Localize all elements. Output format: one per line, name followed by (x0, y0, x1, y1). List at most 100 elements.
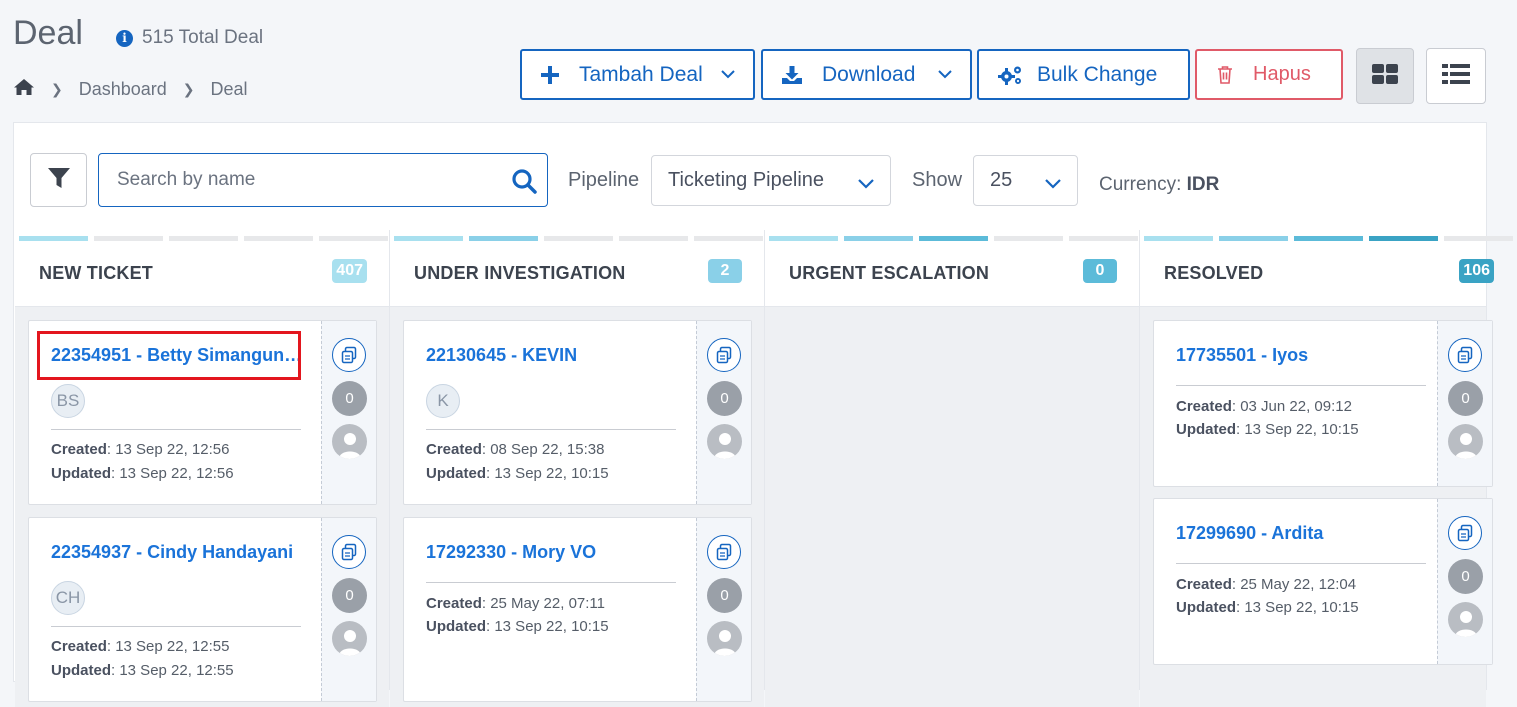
updated-value: : 13 Sep 22, 10:15 (1236, 599, 1359, 616)
column-body: 17735501 - Iyos Created: 03 Jun 22, 09:1… (1140, 307, 1493, 707)
activity-count-badge[interactable]: 0 (1448, 381, 1483, 416)
pipeline-column: NEW TICKET 407 22354951 - Betty Simangun… (15, 230, 390, 707)
user-icon[interactable] (1448, 424, 1483, 459)
activity-count-badge[interactable]: 0 (332, 578, 367, 613)
updated-label: Updated (426, 618, 486, 635)
progress-segment (19, 236, 88, 241)
deal-card[interactable]: 22354951 - Betty Simangunsong BS Created… (28, 320, 377, 505)
progress-segment (694, 236, 763, 241)
filter-button[interactable] (30, 153, 87, 207)
progress-segment (919, 236, 988, 241)
card-actions: 0 (321, 321, 376, 504)
progress-segment (394, 236, 463, 241)
user-icon[interactable] (332, 424, 367, 459)
stage-progress (769, 236, 1138, 241)
copy-icon[interactable] (707, 338, 741, 372)
updated-label: Updated (51, 465, 111, 482)
progress-segment (769, 236, 838, 241)
deal-name-link[interactable]: 22354951 - Betty Simangunsong (51, 345, 303, 366)
grid-icon (1372, 63, 1398, 89)
created-label: Created (51, 441, 107, 458)
user-icon[interactable] (1448, 602, 1483, 637)
stage-progress (1144, 236, 1513, 241)
delete-button[interactable]: Hapus (1195, 49, 1343, 100)
pipeline-column: UNDER INVESTIGATION 2 22130645 - KEVIN K… (390, 230, 765, 707)
deal-name-link[interactable]: 22354937 - Cindy Handayani (51, 542, 303, 563)
download-button[interactable]: Download (761, 49, 972, 100)
progress-segment (619, 236, 688, 241)
card-divider (51, 626, 301, 627)
deal-name-link[interactable]: 22130645 - KEVIN (426, 345, 678, 366)
pipeline-value: Ticketing Pipeline (668, 169, 825, 191)
card-divider (1176, 563, 1426, 564)
bulk-change-button[interactable]: Bulk Change (977, 49, 1190, 100)
deal-name-link[interactable]: 17292330 - Mory VO (426, 542, 678, 563)
add-deal-button[interactable]: Tambah Deal (520, 49, 755, 100)
updated-date: Updated: 13 Sep 22, 10:15 (426, 465, 609, 482)
stage-progress (19, 236, 388, 241)
created-label: Created (1176, 576, 1232, 593)
user-icon[interactable] (707, 424, 742, 459)
deal-name-link[interactable]: 17735501 - Iyos (1176, 345, 1428, 366)
deal-card[interactable]: 17292330 - Mory VO Created: 25 May 22, 0… (403, 517, 752, 702)
deal-card[interactable]: 17735501 - Iyos Created: 03 Jun 22, 09:1… (1153, 320, 1493, 487)
column-header: UNDER INVESTIGATION 2 (390, 243, 764, 307)
column-body: 22130645 - KEVIN K Created: 08 Sep 22, 1… (390, 307, 764, 707)
breadcrumb-dashboard[interactable]: Dashboard (79, 79, 167, 100)
deal-name-link[interactable]: 17299690 - Ardita (1176, 523, 1428, 544)
grid-view-button[interactable] (1356, 48, 1414, 104)
home-icon[interactable] (13, 78, 35, 101)
activity-count-badge[interactable]: 0 (707, 381, 742, 416)
activity-count-badge[interactable]: 0 (332, 381, 367, 416)
user-icon[interactable] (707, 621, 742, 656)
copy-icon[interactable] (1448, 516, 1482, 550)
column-title: RESOLVED (1164, 263, 1264, 283)
copy-icon[interactable] (1448, 338, 1482, 372)
chevron-right-icon: ❯ (51, 81, 63, 97)
avatar: K (426, 384, 460, 418)
trash-icon (1217, 65, 1233, 84)
currency-display: Currency: IDR (1099, 174, 1219, 196)
pipeline-select[interactable]: Ticketing Pipeline (651, 155, 891, 206)
deal-card[interactable]: 22354937 - Cindy Handayani CH Created: 1… (28, 517, 377, 702)
activity-count-badge[interactable]: 0 (1448, 559, 1483, 594)
chevron-right-icon: ❯ (182, 81, 195, 97)
updated-date: Updated: 13 Sep 22, 10:15 (1176, 599, 1359, 616)
created-label: Created (426, 595, 482, 612)
progress-segment (169, 236, 238, 241)
download-label: Download (822, 62, 916, 86)
column-title: NEW TICKET (39, 263, 153, 283)
updated-label: Updated (1176, 421, 1236, 438)
show-label: Show (912, 169, 963, 191)
breadcrumb-deal: Deal (210, 79, 248, 99)
column-body (765, 307, 1139, 707)
search-icon[interactable] (511, 168, 537, 199)
progress-segment (844, 236, 913, 241)
copy-icon[interactable] (707, 535, 741, 569)
created-date: Created: 13 Sep 22, 12:55 (51, 638, 229, 655)
show-select[interactable]: 25 (973, 155, 1078, 206)
created-date: Created: 25 May 22, 07:11 (426, 595, 605, 612)
created-date: Created: 13 Sep 22, 12:56 (51, 441, 229, 458)
card-main: 22130645 - KEVIN K Created: 08 Sep 22, 1… (404, 321, 698, 504)
column-body: 22354951 - Betty Simangunsong BS Created… (15, 307, 389, 707)
card-actions: 0 (321, 518, 376, 701)
deal-card[interactable]: 17299690 - Ardita Created: 25 May 22, 12… (1153, 498, 1493, 665)
chevron-down-icon (938, 70, 952, 79)
chevron-down-icon (858, 172, 874, 195)
gears-icon (998, 64, 1024, 86)
search-input[interactable] (115, 168, 499, 192)
user-icon[interactable] (332, 621, 367, 656)
avatar: BS (51, 384, 85, 418)
copy-icon[interactable] (332, 535, 366, 569)
progress-segment (1369, 236, 1438, 241)
progress-segment (1294, 236, 1363, 241)
copy-icon[interactable] (332, 338, 366, 372)
updated-date: Updated: 13 Sep 22, 12:56 (51, 465, 234, 482)
progress-segment (1144, 236, 1213, 241)
list-view-button[interactable] (1426, 48, 1486, 104)
activity-count-badge[interactable]: 0 (707, 578, 742, 613)
deal-card[interactable]: 22130645 - KEVIN K Created: 08 Sep 22, 1… (403, 320, 752, 505)
created-value: : 25 May 22, 07:11 (481, 595, 605, 612)
column-header: URGENT ESCALATION 0 (765, 243, 1139, 307)
